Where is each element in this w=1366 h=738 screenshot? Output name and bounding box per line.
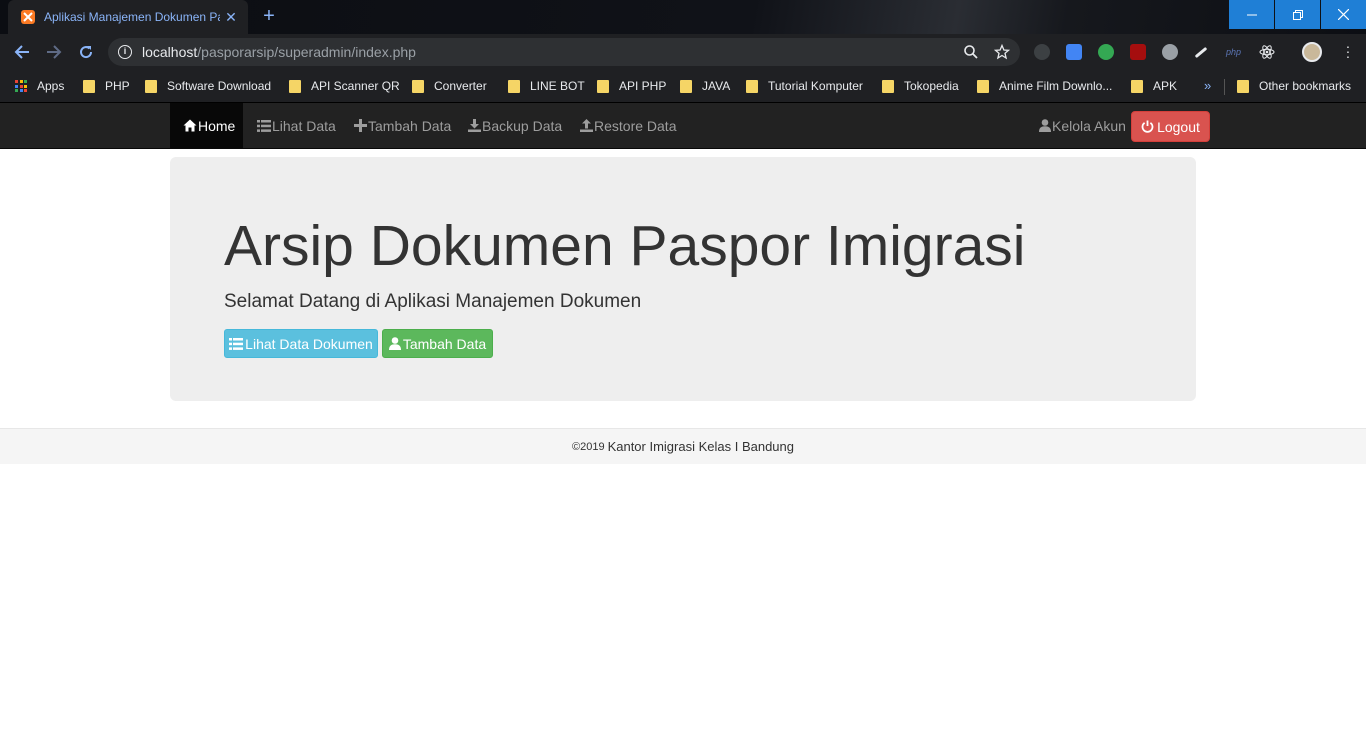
folder-icon [145, 79, 157, 93]
power-icon [1141, 120, 1154, 133]
folder-icon [412, 79, 424, 93]
browser-toolbar: i localhost/pasporarsip/superadmin/index… [0, 34, 1366, 70]
bookmark-star-icon[interactable] [994, 44, 1010, 60]
download-icon [468, 119, 481, 132]
folder-icon [597, 79, 609, 93]
nav-home[interactable]: Home [170, 103, 243, 148]
tab-title: Aplikasi Manajemen Dokumen Pa [44, 10, 220, 24]
forward-arrow-icon[interactable] [44, 42, 64, 62]
zoom-icon[interactable] [963, 44, 979, 60]
user-icon [1039, 119, 1051, 132]
bookmark-line-bot[interactable]: LINE BOT [508, 77, 585, 95]
folder-icon [680, 79, 692, 93]
nav-tambah-data-label: Tambah Data [368, 117, 452, 134]
reload-icon[interactable] [76, 42, 96, 62]
bookmark-software-download[interactable]: Software Download [145, 77, 271, 95]
nav-kelola-akun-label: Kelola Akun [1052, 117, 1126, 134]
xampp-favicon-icon [21, 10, 35, 24]
page-subtitle: Selamat Datang di Aplikasi Manajemen Dok… [224, 291, 642, 312]
bookmark-other[interactable]: Other bookmarks [1237, 77, 1351, 95]
bookmark-tutorial-komputer[interactable]: Tutorial Komputer [746, 77, 863, 95]
extension-globe-icon[interactable] [1034, 44, 1050, 60]
folder-icon [289, 79, 301, 93]
bookmark-php[interactable]: PHP [83, 77, 130, 95]
top-navbar: Home Lihat Data Tambah Data Backup Data … [0, 103, 1366, 149]
bookmark-api-scanner-qr[interactable]: API Scanner QR [289, 77, 400, 95]
bookmarks-bar: Apps PHP Software Download API Scanner Q… [0, 70, 1366, 103]
copyright-mark: ©2019 [571, 440, 605, 453]
browser-tab[interactable]: Aplikasi Manajemen Dokumen Pa ✕ [8, 0, 248, 34]
plus-icon [354, 119, 367, 132]
apps-grid-icon [15, 80, 27, 92]
jumbotron: Arsip Dokumen Paspor Imigrasi Selamat Da… [170, 157, 1196, 401]
add-data-button[interactable]: Tambah Data [382, 329, 493, 358]
nav-restore-data-label: Restore Data [594, 117, 677, 134]
bookmarks-overflow-icon[interactable]: » [1204, 78, 1211, 93]
bookmarks-divider [1224, 79, 1225, 95]
user-icon [388, 337, 401, 350]
folder-icon [977, 79, 989, 93]
bookmark-api-php[interactable]: API PHP [597, 77, 666, 95]
folder-icon [746, 79, 758, 93]
react-devtools-icon[interactable] [1259, 44, 1275, 60]
folder-icon [1131, 79, 1143, 93]
logout-button[interactable]: Logout [1131, 111, 1210, 142]
nav-home-label: Home [198, 117, 236, 134]
nav-lihat-data-label: Lihat Data [272, 117, 336, 134]
folder-icon [83, 79, 95, 93]
vpn-globe-icon[interactable] [1162, 44, 1178, 60]
upload-icon [580, 119, 593, 132]
back-arrow-icon[interactable] [12, 42, 32, 62]
nav-lihat-data[interactable]: Lihat Data [257, 103, 336, 148]
home-icon [183, 119, 197, 132]
bookmark-converter[interactable]: Converter [412, 77, 487, 95]
list-icon [257, 119, 271, 132]
extension-icon[interactable] [1098, 44, 1114, 60]
folder-icon [882, 79, 894, 93]
bookmark-tokopedia[interactable]: Tokopedia [882, 77, 959, 95]
nav-backup-data[interactable]: Backup Data [468, 103, 562, 148]
nav-restore-data[interactable]: Restore Data [580, 103, 676, 148]
view-documents-button[interactable]: Lihat Data Dokumen [224, 329, 378, 358]
list-icon [229, 337, 244, 350]
ublock-icon[interactable] [1130, 44, 1146, 60]
new-tab-icon[interactable]: + [258, 6, 280, 28]
nav-tambah-data[interactable]: Tambah Data [354, 103, 451, 148]
browser-titlebar: Aplikasi Manajemen Dokumen Pa ✕ + [0, 0, 1366, 34]
folder-icon [508, 79, 520, 93]
profile-avatar[interactable] [1302, 42, 1322, 62]
logout-label: Logout [1157, 118, 1200, 135]
bookmark-apk[interactable]: APK [1131, 77, 1177, 95]
close-window-icon[interactable] [1321, 0, 1366, 29]
nav-kelola-akun[interactable]: Kelola Akun [1039, 103, 1126, 148]
nav-backup-data-label: Backup Data [482, 117, 563, 134]
restore-window-icon[interactable] [1275, 0, 1320, 29]
browser-menu-icon[interactable]: · · · [1340, 39, 1356, 63]
bookmark-apps[interactable]: Apps [15, 77, 64, 95]
pen-extension-icon[interactable] [1194, 46, 1208, 59]
footer-text: Kantor Imigrasi Kelas I Bandung [607, 439, 794, 454]
bookmark-java[interactable]: JAVA [680, 77, 730, 95]
translate-extension-icon[interactable] [1066, 44, 1082, 60]
minimize-icon[interactable] [1229, 0, 1274, 29]
add-data-label: Tambah Data [402, 335, 487, 352]
tab-close-icon[interactable]: ✕ [224, 9, 238, 26]
bookmark-anime-film[interactable]: Anime Film Downlo... [977, 77, 1112, 95]
page-footer: ©2019 Kantor Imigrasi Kelas I Bandung [0, 428, 1366, 464]
php-extension-icon[interactable]: php [1226, 47, 1244, 57]
folder-icon [1237, 79, 1249, 93]
view-documents-label: Lihat Data Dokumen [245, 335, 373, 352]
url-text: localhost/pasporarsip/superadmin/index.p… [142, 44, 416, 60]
page-title: Arsip Dokumen Paspor Imigrasi [224, 214, 1026, 278]
address-bar[interactable]: i localhost/pasporarsip/superadmin/index… [108, 38, 1020, 66]
info-icon[interactable]: i [118, 45, 132, 59]
